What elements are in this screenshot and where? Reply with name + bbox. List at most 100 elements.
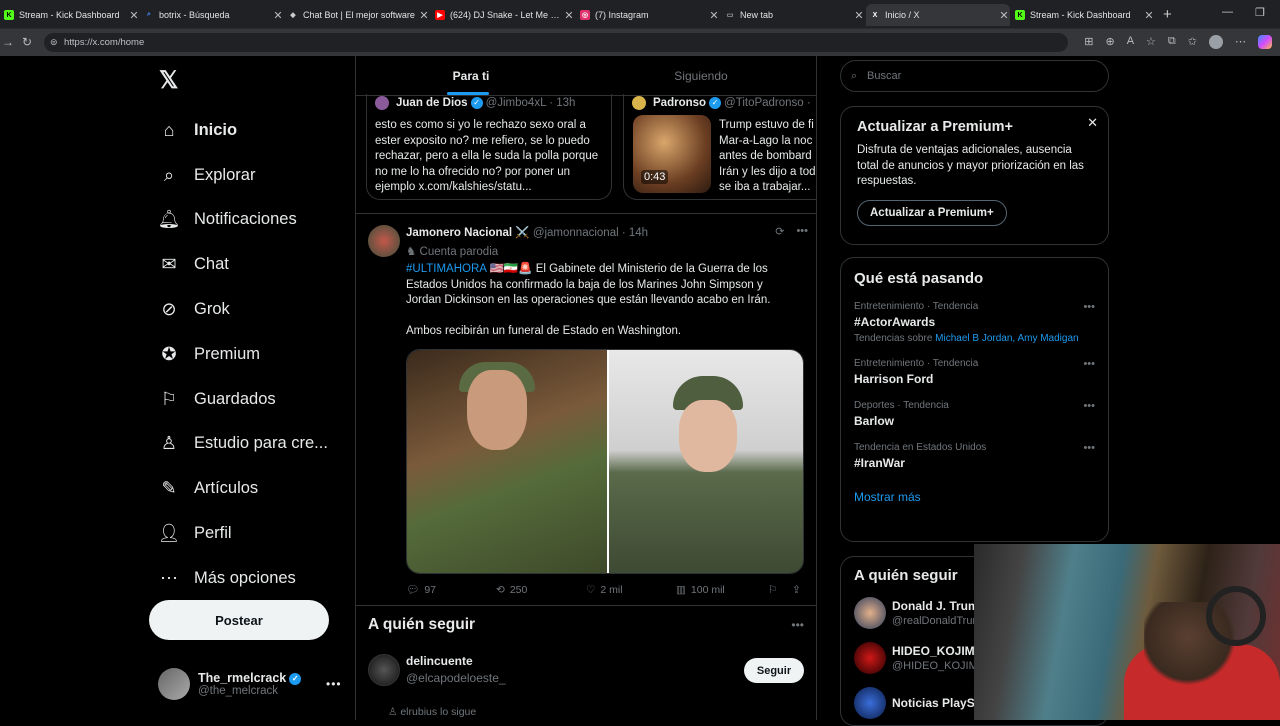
trend-item[interactable]: Deportes · Tendencia Barlow ••• xyxy=(854,400,1095,428)
avatar[interactable] xyxy=(368,225,400,257)
search-input[interactable]: ⌕ Buscar xyxy=(840,60,1109,92)
hashtag-link[interactable]: #ULTIMAHORA xyxy=(406,263,486,275)
close-tab-icon[interactable]: ✕ xyxy=(998,9,1010,22)
account-more-icon[interactable]: ••• xyxy=(326,677,342,691)
tab-kick-dashboard[interactable]: K Stream - Kick Dashboard ✕ xyxy=(0,4,140,26)
trend-item[interactable]: Entretenimiento · Tendencia Harrison For… xyxy=(854,358,1095,386)
trend-more-icon[interactable]: ••• xyxy=(1083,358,1095,370)
nav-item-artículos[interactable]: ✎ Artículos xyxy=(158,466,328,511)
close-tab-icon[interactable]: ✕ xyxy=(708,9,720,22)
url-field[interactable]: ⊜ https://x.com/home xyxy=(44,33,1068,52)
media-photo[interactable] xyxy=(607,350,803,573)
trend-more-icon[interactable]: ••• xyxy=(1083,442,1095,454)
forward-icon[interactable]: → xyxy=(2,35,14,49)
close-tab-icon[interactable]: ✕ xyxy=(853,9,865,22)
avatar[interactable] xyxy=(368,654,400,686)
instagram-favicon-icon: ◎ xyxy=(580,10,590,20)
read-aloud-icon[interactable]: A xyxy=(1127,35,1134,49)
tab-new-tab[interactable]: ▭ New tab ✕ xyxy=(725,4,865,26)
trend-name: Harrison Ford xyxy=(854,372,934,386)
profile-avatar-icon[interactable] xyxy=(1209,35,1223,49)
trend-sub: Tendencias sobre xyxy=(854,333,933,344)
tab-youtube[interactable]: ▶ (624) DJ Snake - Let Me Love ✕ xyxy=(435,4,575,26)
follow-more-icon[interactable]: ••• xyxy=(791,618,804,632)
verified-badge-icon: ✓ xyxy=(709,97,722,109)
close-icon[interactable]: ✕ xyxy=(1087,115,1098,131)
tab-chat-bot[interactable]: ◆ Chat Bot | El mejor software ✕ xyxy=(288,4,430,26)
tweet[interactable]: Jamonero Nacional ⚔️ @jamonnacional · 14… xyxy=(356,213,816,606)
favorites-icon[interactable]: ✩ xyxy=(1188,35,1197,49)
browser-menu-icon[interactable]: ⋯ xyxy=(1235,35,1246,49)
tweet-more-icon[interactable]: ••• xyxy=(796,225,808,238)
reply-button[interactable]: 💬︎ 97 xyxy=(406,583,496,597)
tab-siguiendo[interactable]: Siguiendo xyxy=(586,56,816,95)
tab-inicio-x[interactable]: X Inicio / X ✕ xyxy=(866,4,1010,26)
account-switcher[interactable]: The_rmelcrack ✓ @the_melcrack xyxy=(158,668,302,700)
trends-heading: Qué está pasando xyxy=(854,270,984,287)
media-photo[interactable] xyxy=(407,350,607,573)
follow-suggestion[interactable]: delincuente @elcapodeloeste_ xyxy=(368,654,506,686)
grok-analyze-icon[interactable]: ⟳ xyxy=(775,225,784,238)
suggested-name[interactable]: delincuente xyxy=(406,654,506,668)
like-button[interactable]: ♡ 2 mil xyxy=(586,583,676,596)
premium-icon: ✪ xyxy=(161,343,177,364)
tab-instagram[interactable]: ◎ (7) Instagram ✕ xyxy=(580,4,720,26)
close-tab-icon[interactable]: ✕ xyxy=(418,9,430,22)
newtab-favicon-icon: ▭ xyxy=(726,12,734,19)
search-placeholder: Buscar xyxy=(867,70,902,82)
x-logo-icon[interactable]: 𝕏 xyxy=(159,66,178,95)
carousel-card[interactable]: Juan de Dios ✓ @Jimbo4xL · 13h esto es c… xyxy=(366,94,612,200)
follow-button[interactable]: Seguir xyxy=(744,658,804,683)
tweet-media[interactable] xyxy=(406,349,804,574)
nav-item-grok[interactable]: ⊘ Grok xyxy=(158,287,328,332)
nav-item-label: Notificaciones xyxy=(194,210,297,229)
bookmark-button[interactable]: ⚐ xyxy=(768,583,792,596)
author-handle[interactable]: @jamonnacional · 14h xyxy=(533,227,648,239)
nav-item-premium[interactable]: ✪ Premium xyxy=(158,332,328,377)
close-tab-icon[interactable]: ✕ xyxy=(272,9,284,22)
extensions-icon[interactable]: ⧉ xyxy=(1168,35,1176,49)
nav-item-estudio-para-cre[interactable]: ♙ Estudio para cre... xyxy=(158,422,328,467)
trend-more-icon[interactable]: ••• xyxy=(1083,301,1095,313)
copilot-icon[interactable] xyxy=(1258,35,1272,49)
author-name[interactable]: Jamonero Nacional ⚔️ xyxy=(406,227,530,239)
trend-category: Tendencia en Estados Unidos xyxy=(854,442,987,453)
close-tab-icon[interactable]: ✕ xyxy=(1143,9,1155,22)
trend-more-icon[interactable]: ••• xyxy=(1083,400,1095,412)
minimize-icon[interactable]: — xyxy=(1222,6,1233,18)
zoom-icon[interactable]: ⊕ xyxy=(1105,35,1114,49)
post-button[interactable]: Postear xyxy=(149,600,329,640)
nav-item-chat[interactable]: ✉ Chat xyxy=(158,242,328,287)
tab-botrix-search[interactable]: ⌕ botrix - Búsqueda ✕ xyxy=(144,4,284,26)
nav-item-inicio[interactable]: ⌂ Inicio xyxy=(158,108,328,153)
reload-icon[interactable]: ↻ xyxy=(22,35,32,49)
premium-title: Actualizar a Premium+ xyxy=(857,119,1013,135)
show-more-link[interactable]: Mostrar más xyxy=(854,490,1095,504)
app-install-icon[interactable]: ⊞ xyxy=(1084,35,1093,49)
nav-item-guardados[interactable]: ⚐ Guardados xyxy=(158,377,328,422)
trend-related-links[interactable]: Michael B Jordan, Amy Madigan xyxy=(935,333,1078,344)
close-tab-icon[interactable]: ✕ xyxy=(128,9,140,22)
nav-item-notificaciones[interactable]: 🔔︎ Notificaciones xyxy=(158,198,328,243)
nav-item-perfil[interactable]: 👤︎ Perfil xyxy=(158,511,328,556)
trend-item[interactable]: Entretenimiento · Tendencia #ActorAwards… xyxy=(854,301,1095,344)
tweet-text: #ULTIMAHORA 🇺🇸🇮🇷🚨 El Gabinete del Minist… xyxy=(406,262,791,339)
trend-item[interactable]: Tendencia en Estados Unidos #IranWar ••• xyxy=(854,442,1095,470)
close-tab-icon[interactable]: ✕ xyxy=(563,9,575,22)
share-button[interactable]: ⇪ xyxy=(792,583,801,596)
carousel-card[interactable]: Padronso ✓ @TitoPadronso · 0:43 Trump es… xyxy=(623,94,816,200)
followed-by-text: elrubius lo sigue xyxy=(400,706,477,718)
nav-item-label: Más opciones xyxy=(194,568,296,587)
tab-kick-dashboard-2[interactable]: K Stream - Kick Dashboard ✕ xyxy=(1015,4,1155,26)
repost-button[interactable]: ⟲ 250 xyxy=(496,583,586,596)
new-tab-plus-icon[interactable]: + xyxy=(1163,6,1172,23)
premium-button[interactable]: Actualizar a Premium+ xyxy=(857,199,1007,226)
tab-para-ti[interactable]: Para ti xyxy=(356,56,586,95)
views-button[interactable]: ▥ 100 mil xyxy=(676,583,768,596)
video-thumbnail[interactable]: 0:43 xyxy=(633,115,711,193)
nav-item-explorar[interactable]: ⌕ Explorar xyxy=(158,153,328,198)
nav-item-más-opciones[interactable]: ⋯ Más opciones xyxy=(158,556,328,601)
favorite-star-icon[interactable]: ☆ xyxy=(1146,35,1156,49)
maximize-icon[interactable]: ❐ xyxy=(1255,6,1265,19)
site-info-icon[interactable]: ⊜ xyxy=(50,33,58,52)
